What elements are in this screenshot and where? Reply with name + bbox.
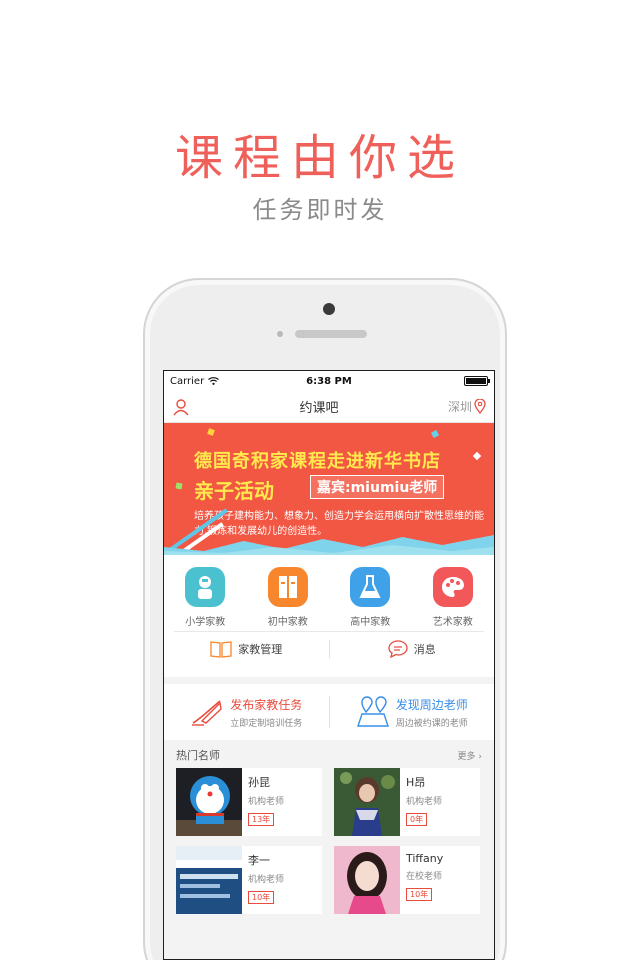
battery-icon bbox=[464, 376, 490, 386]
teacher-card[interactable]: 孙昆 机构老师 13年 bbox=[176, 768, 322, 836]
experience-badge: 13年 bbox=[248, 813, 275, 826]
student-icon bbox=[185, 567, 226, 607]
teacher-role: 机构老师 bbox=[248, 797, 285, 807]
messages-label: 消息 bbox=[413, 643, 436, 656]
teacher-photo bbox=[334, 768, 400, 836]
chevron-right-icon: › bbox=[478, 751, 482, 762]
teacher-role: 机构老师 bbox=[406, 797, 443, 807]
books-icon bbox=[267, 567, 308, 607]
hero-subtitle: 任务即时发 bbox=[252, 196, 388, 224]
teacher-grid: 孙昆 机构老师 13年 H昂 机构老师 0年 李一 机构老师 10年 Tiffa… bbox=[164, 768, 494, 914]
promo-banner[interactable]: 德国奇积家课程走进新华书店 亲子活动 嘉宾:miumiu老师 培养孩子建构能力、… bbox=[164, 423, 494, 555]
task-panel: 发布家教任务 立即定制培训任务 发现周边老师 周边被约课的老师 bbox=[164, 684, 494, 740]
location-pin-icon bbox=[474, 399, 486, 414]
category-art[interactable]: 艺术家教 bbox=[418, 567, 488, 631]
banner-wave bbox=[164, 535, 494, 555]
wifi-icon bbox=[208, 377, 220, 385]
banner-headline: 德国奇积家课程走进新华书店 bbox=[194, 451, 441, 472]
phone-speaker bbox=[295, 330, 367, 338]
status-bar: Carrier 6:38 PM bbox=[164, 371, 494, 391]
messages-button[interactable]: 消息 bbox=[330, 640, 495, 658]
teacher-name: Tiffany bbox=[406, 852, 444, 865]
confetti-decoration bbox=[207, 428, 215, 436]
map-pin-icon bbox=[356, 696, 389, 727]
hot-teachers-heading: 热门名师 bbox=[176, 749, 220, 762]
pen-icon bbox=[192, 700, 222, 726]
category-label: 高中家教 bbox=[350, 617, 391, 628]
category-panel: 小学家教 初中家教 高中家教 艺术家教 家教管理 消息 bbox=[164, 555, 494, 677]
user-icon[interactable] bbox=[172, 398, 190, 416]
hot-teachers-header: 热门名师 更多 › bbox=[164, 742, 494, 768]
task-title: 发现周边老师 bbox=[395, 697, 468, 712]
more-label: 更多 bbox=[457, 751, 476, 762]
phone-camera bbox=[323, 303, 335, 315]
teacher-name: 孙昆 bbox=[248, 776, 270, 789]
banner-event: 亲子活动 bbox=[194, 479, 274, 503]
category-middle[interactable]: 初中家教 bbox=[253, 567, 323, 631]
category-high[interactable]: 高中家教 bbox=[335, 567, 405, 631]
task-title: 发布家教任务 bbox=[230, 697, 303, 712]
teacher-name: H昂 bbox=[406, 776, 426, 789]
task-subtitle: 立即定制培训任务 bbox=[230, 718, 303, 729]
publish-task-button[interactable]: 发布家教任务 立即定制培训任务 bbox=[164, 696, 329, 729]
chat-bubble-icon bbox=[388, 640, 408, 658]
tutor-management-label: 家教管理 bbox=[238, 643, 283, 656]
hero-title: 课程由你选 bbox=[174, 130, 465, 186]
teacher-card[interactable]: 李一 机构老师 10年 bbox=[176, 846, 322, 914]
book-cover-icon bbox=[176, 846, 242, 914]
experience-badge: 10年 bbox=[248, 891, 275, 904]
teacher-name: 李一 bbox=[248, 854, 270, 867]
nav-bar: 约课吧 深圳 bbox=[164, 391, 494, 423]
carrier-label: Carrier bbox=[170, 375, 205, 387]
teacher-card[interactable]: H昂 机构老师 0年 bbox=[334, 768, 480, 836]
teacher-card[interactable]: Tiffany 在校老师 10年 bbox=[334, 846, 480, 914]
city-label: 深圳 bbox=[447, 400, 472, 414]
teacher-role: 在校老师 bbox=[406, 872, 443, 882]
task-subtitle: 周边被约课的老师 bbox=[395, 718, 468, 729]
portrait-girl-icon bbox=[334, 768, 400, 836]
experience-badge: 0年 bbox=[406, 813, 428, 826]
more-link[interactable]: 更多 › bbox=[458, 749, 483, 762]
confetti-decoration bbox=[472, 451, 482, 461]
category-label: 初中家教 bbox=[267, 617, 308, 628]
tutor-management-button[interactable]: 家教管理 bbox=[164, 640, 329, 658]
book-icon bbox=[210, 641, 232, 658]
city-selector[interactable]: 深圳 bbox=[448, 398, 486, 415]
category-label: 艺术家教 bbox=[432, 617, 473, 628]
palette-icon bbox=[432, 567, 473, 607]
category-label: 小学家教 bbox=[185, 617, 226, 628]
phone-sensor bbox=[277, 331, 283, 337]
app-screen: Carrier 6:38 PM 约课吧 深圳 德国奇积家课程走进新华书店 亲子活… bbox=[163, 370, 495, 960]
confetti-decoration bbox=[175, 482, 183, 490]
teacher-photo bbox=[176, 846, 242, 914]
category-primary[interactable]: 小学家教 bbox=[170, 567, 240, 631]
teacher-photo bbox=[334, 846, 400, 914]
doraemon-figure-icon bbox=[176, 776, 242, 836]
flask-icon bbox=[350, 567, 391, 607]
nav-title: 约课吧 bbox=[299, 401, 339, 416]
banner-guest: 嘉宾:miumiu老师 bbox=[310, 475, 445, 499]
confetti-decoration bbox=[430, 429, 440, 439]
portrait-woman-icon bbox=[334, 846, 400, 914]
discover-teachers-button[interactable]: 发现周边老师 周边被约课的老师 bbox=[330, 696, 495, 729]
experience-badge: 10年 bbox=[406, 888, 433, 901]
teacher-role: 机构老师 bbox=[248, 875, 285, 885]
teacher-photo bbox=[176, 768, 242, 836]
